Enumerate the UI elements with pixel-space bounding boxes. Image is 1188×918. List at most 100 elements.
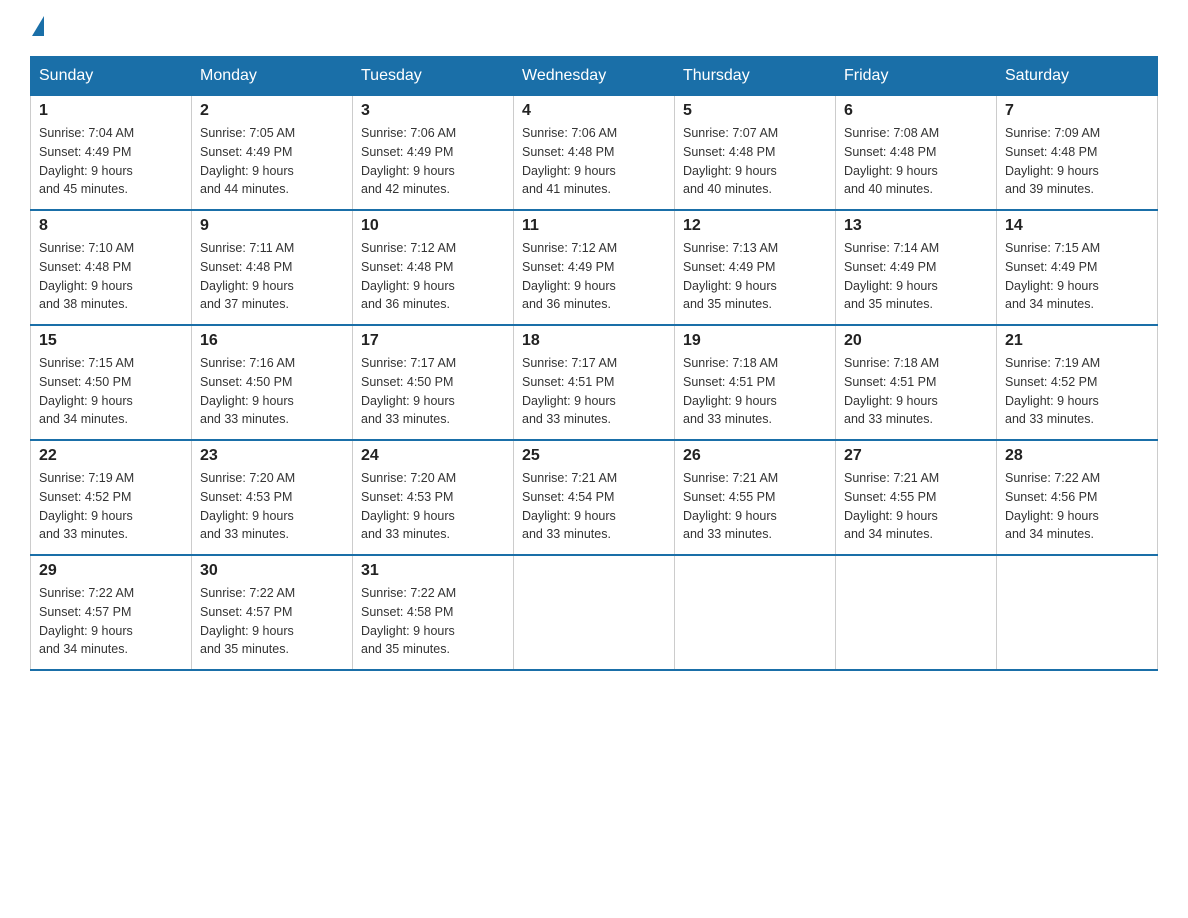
day-number: 9 — [200, 217, 344, 235]
empty-cell — [675, 555, 836, 670]
day-cell-19: 19 Sunrise: 7:18 AMSunset: 4:51 PMDaylig… — [675, 325, 836, 440]
page-header — [30, 20, 1158, 36]
empty-cell — [836, 555, 997, 670]
day-info: Sunrise: 7:19 AMSunset: 4:52 PMDaylight:… — [39, 471, 134, 541]
day-number: 7 — [1005, 102, 1149, 120]
week-row-4: 22 Sunrise: 7:19 AMSunset: 4:52 PMDaylig… — [31, 440, 1158, 555]
weekday-header-saturday: Saturday — [997, 57, 1158, 96]
day-number: 31 — [361, 562, 505, 580]
day-cell-2: 2 Sunrise: 7:05 AMSunset: 4:49 PMDayligh… — [192, 96, 353, 211]
day-cell-27: 27 Sunrise: 7:21 AMSunset: 4:55 PMDaylig… — [836, 440, 997, 555]
day-number: 2 — [200, 102, 344, 120]
day-info: Sunrise: 7:05 AMSunset: 4:49 PMDaylight:… — [200, 126, 295, 196]
day-cell-26: 26 Sunrise: 7:21 AMSunset: 4:55 PMDaylig… — [675, 440, 836, 555]
weekday-header-thursday: Thursday — [675, 57, 836, 96]
weekday-header-wednesday: Wednesday — [514, 57, 675, 96]
day-cell-16: 16 Sunrise: 7:16 AMSunset: 4:50 PMDaylig… — [192, 325, 353, 440]
day-cell-6: 6 Sunrise: 7:08 AMSunset: 4:48 PMDayligh… — [836, 96, 997, 211]
day-number: 8 — [39, 217, 183, 235]
day-info: Sunrise: 7:18 AMSunset: 4:51 PMDaylight:… — [683, 356, 778, 426]
day-number: 10 — [361, 217, 505, 235]
day-info: Sunrise: 7:21 AMSunset: 4:55 PMDaylight:… — [844, 471, 939, 541]
day-number: 12 — [683, 217, 827, 235]
day-cell-21: 21 Sunrise: 7:19 AMSunset: 4:52 PMDaylig… — [997, 325, 1158, 440]
day-number: 14 — [1005, 217, 1149, 235]
day-cell-5: 5 Sunrise: 7:07 AMSunset: 4:48 PMDayligh… — [675, 96, 836, 211]
day-number: 4 — [522, 102, 666, 120]
day-info: Sunrise: 7:22 AMSunset: 4:56 PMDaylight:… — [1005, 471, 1100, 541]
empty-cell — [997, 555, 1158, 670]
day-info: Sunrise: 7:21 AMSunset: 4:55 PMDaylight:… — [683, 471, 778, 541]
day-number: 19 — [683, 332, 827, 350]
weekday-header-row: SundayMondayTuesdayWednesdayThursdayFrid… — [31, 57, 1158, 96]
day-info: Sunrise: 7:22 AMSunset: 4:57 PMDaylight:… — [200, 586, 295, 656]
weekday-header-tuesday: Tuesday — [353, 57, 514, 96]
day-cell-13: 13 Sunrise: 7:14 AMSunset: 4:49 PMDaylig… — [836, 210, 997, 325]
day-number: 1 — [39, 102, 183, 120]
day-info: Sunrise: 7:20 AMSunset: 4:53 PMDaylight:… — [200, 471, 295, 541]
day-number: 27 — [844, 447, 988, 465]
day-cell-24: 24 Sunrise: 7:20 AMSunset: 4:53 PMDaylig… — [353, 440, 514, 555]
day-info: Sunrise: 7:14 AMSunset: 4:49 PMDaylight:… — [844, 241, 939, 311]
day-number: 29 — [39, 562, 183, 580]
day-cell-28: 28 Sunrise: 7:22 AMSunset: 4:56 PMDaylig… — [997, 440, 1158, 555]
day-info: Sunrise: 7:06 AMSunset: 4:49 PMDaylight:… — [361, 126, 456, 196]
day-info: Sunrise: 7:12 AMSunset: 4:49 PMDaylight:… — [522, 241, 617, 311]
day-number: 3 — [361, 102, 505, 120]
calendar-table: SundayMondayTuesdayWednesdayThursdayFrid… — [30, 56, 1158, 671]
day-info: Sunrise: 7:08 AMSunset: 4:48 PMDaylight:… — [844, 126, 939, 196]
day-cell-11: 11 Sunrise: 7:12 AMSunset: 4:49 PMDaylig… — [514, 210, 675, 325]
day-number: 20 — [844, 332, 988, 350]
day-number: 16 — [200, 332, 344, 350]
day-info: Sunrise: 7:04 AMSunset: 4:49 PMDaylight:… — [39, 126, 134, 196]
day-number: 11 — [522, 217, 666, 235]
day-cell-3: 3 Sunrise: 7:06 AMSunset: 4:49 PMDayligh… — [353, 96, 514, 211]
day-info: Sunrise: 7:17 AMSunset: 4:50 PMDaylight:… — [361, 356, 456, 426]
day-info: Sunrise: 7:13 AMSunset: 4:49 PMDaylight:… — [683, 241, 778, 311]
day-cell-10: 10 Sunrise: 7:12 AMSunset: 4:48 PMDaylig… — [353, 210, 514, 325]
day-cell-22: 22 Sunrise: 7:19 AMSunset: 4:52 PMDaylig… — [31, 440, 192, 555]
day-number: 26 — [683, 447, 827, 465]
day-number: 28 — [1005, 447, 1149, 465]
day-number: 23 — [200, 447, 344, 465]
week-row-1: 1 Sunrise: 7:04 AMSunset: 4:49 PMDayligh… — [31, 96, 1158, 211]
day-info: Sunrise: 7:17 AMSunset: 4:51 PMDaylight:… — [522, 356, 617, 426]
day-info: Sunrise: 7:11 AMSunset: 4:48 PMDaylight:… — [200, 241, 294, 311]
day-info: Sunrise: 7:07 AMSunset: 4:48 PMDaylight:… — [683, 126, 778, 196]
day-number: 13 — [844, 217, 988, 235]
day-info: Sunrise: 7:22 AMSunset: 4:58 PMDaylight:… — [361, 586, 456, 656]
day-info: Sunrise: 7:22 AMSunset: 4:57 PMDaylight:… — [39, 586, 134, 656]
day-cell-1: 1 Sunrise: 7:04 AMSunset: 4:49 PMDayligh… — [31, 96, 192, 211]
weekday-header-friday: Friday — [836, 57, 997, 96]
day-cell-12: 12 Sunrise: 7:13 AMSunset: 4:49 PMDaylig… — [675, 210, 836, 325]
day-number: 15 — [39, 332, 183, 350]
week-row-2: 8 Sunrise: 7:10 AMSunset: 4:48 PMDayligh… — [31, 210, 1158, 325]
day-number: 24 — [361, 447, 505, 465]
day-cell-30: 30 Sunrise: 7:22 AMSunset: 4:57 PMDaylig… — [192, 555, 353, 670]
day-number: 22 — [39, 447, 183, 465]
day-info: Sunrise: 7:21 AMSunset: 4:54 PMDaylight:… — [522, 471, 617, 541]
day-cell-17: 17 Sunrise: 7:17 AMSunset: 4:50 PMDaylig… — [353, 325, 514, 440]
day-info: Sunrise: 7:16 AMSunset: 4:50 PMDaylight:… — [200, 356, 295, 426]
day-cell-18: 18 Sunrise: 7:17 AMSunset: 4:51 PMDaylig… — [514, 325, 675, 440]
day-cell-9: 9 Sunrise: 7:11 AMSunset: 4:48 PMDayligh… — [192, 210, 353, 325]
day-info: Sunrise: 7:09 AMSunset: 4:48 PMDaylight:… — [1005, 126, 1100, 196]
day-cell-7: 7 Sunrise: 7:09 AMSunset: 4:48 PMDayligh… — [997, 96, 1158, 211]
weekday-header-monday: Monday — [192, 57, 353, 96]
day-cell-8: 8 Sunrise: 7:10 AMSunset: 4:48 PMDayligh… — [31, 210, 192, 325]
weekday-header-sunday: Sunday — [31, 57, 192, 96]
empty-cell — [514, 555, 675, 670]
day-number: 17 — [361, 332, 505, 350]
week-row-5: 29 Sunrise: 7:22 AMSunset: 4:57 PMDaylig… — [31, 555, 1158, 670]
day-number: 25 — [522, 447, 666, 465]
day-number: 5 — [683, 102, 827, 120]
logo — [30, 20, 44, 36]
day-info: Sunrise: 7:15 AMSunset: 4:49 PMDaylight:… — [1005, 241, 1100, 311]
logo-triangle-icon — [32, 16, 44, 36]
day-cell-23: 23 Sunrise: 7:20 AMSunset: 4:53 PMDaylig… — [192, 440, 353, 555]
day-info: Sunrise: 7:15 AMSunset: 4:50 PMDaylight:… — [39, 356, 134, 426]
day-info: Sunrise: 7:18 AMSunset: 4:51 PMDaylight:… — [844, 356, 939, 426]
day-cell-20: 20 Sunrise: 7:18 AMSunset: 4:51 PMDaylig… — [836, 325, 997, 440]
day-cell-14: 14 Sunrise: 7:15 AMSunset: 4:49 PMDaylig… — [997, 210, 1158, 325]
day-cell-4: 4 Sunrise: 7:06 AMSunset: 4:48 PMDayligh… — [514, 96, 675, 211]
